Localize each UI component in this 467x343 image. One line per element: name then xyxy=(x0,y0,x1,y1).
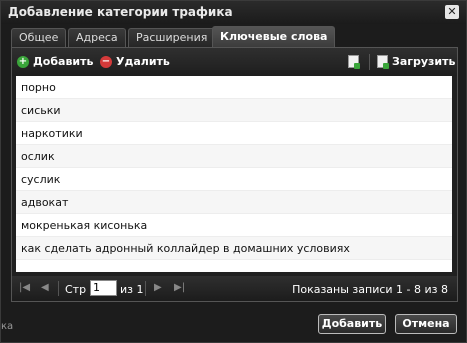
dialog-window: Добавление категории трафика ✕ Общее Адр… xyxy=(0,0,467,343)
new-document-icon xyxy=(348,55,360,69)
tab-extensions[interactable]: Расширения xyxy=(128,28,216,47)
tab-addresses[interactable]: Адреса xyxy=(68,28,126,47)
upload-button-label: Загрузить xyxy=(392,55,456,68)
tab-keywords[interactable]: Ключевые слова xyxy=(212,26,336,47)
list-item[interactable]: адвокат xyxy=(16,191,452,214)
page-input[interactable]: 1 xyxy=(90,280,117,296)
pagination-bar: |◀ ◀ Стр 1 из 1 ▶ ▶| Показаны записи 1 -… xyxy=(12,276,457,301)
plus-icon: + xyxy=(17,55,29,68)
upload-icon xyxy=(377,55,389,69)
new-document-button[interactable] xyxy=(348,55,360,69)
list-item[interactable]: как сделать адронный коллайдер в домашни… xyxy=(16,237,452,260)
add-button-label: Добавить xyxy=(33,55,94,68)
title-bar[interactable]: Добавление категории трафика ✕ xyxy=(1,1,466,24)
next-page-icon[interactable]: ▶ xyxy=(154,282,162,293)
list-item[interactable]: суслик xyxy=(16,168,452,191)
delete-button-label: Удалить xyxy=(116,55,170,68)
pager-divider xyxy=(145,281,146,296)
list-item[interactable]: наркотики xyxy=(16,122,452,145)
delete-button[interactable]: − Удалить xyxy=(100,55,170,68)
cancel-button[interactable]: Отмена xyxy=(395,314,457,334)
page-label: Стр xyxy=(65,283,87,296)
list-item[interactable]: ослик xyxy=(16,145,452,168)
close-icon[interactable]: ✕ xyxy=(445,5,459,19)
records-status: Показаны записи 1 - 8 из 8 xyxy=(292,283,448,296)
dialog-title: Добавление категории трафика xyxy=(8,5,233,19)
stray-text: ка xyxy=(1,321,14,332)
pager-divider xyxy=(58,281,59,296)
upload-button[interactable]: Загрузить xyxy=(377,55,456,69)
list-item[interactable]: мокренькая кисонька xyxy=(16,214,452,237)
minus-icon: − xyxy=(100,55,112,68)
list-item[interactable]: сиськи xyxy=(16,99,452,122)
add-button[interactable]: + Добавить xyxy=(17,55,93,68)
tab-general[interactable]: Общее xyxy=(11,28,67,47)
list-item[interactable]: порно xyxy=(16,76,452,99)
toolbar: + Добавить − Удалить Загрузить xyxy=(12,48,457,76)
prev-page-icon[interactable]: ◀ xyxy=(41,282,49,293)
last-page-icon[interactable]: ▶| xyxy=(174,282,185,293)
page-count-label: из 1 xyxy=(120,283,144,296)
toolbar-divider xyxy=(369,54,370,70)
keywords-panel: + Добавить − Удалить Загрузить порно сис… xyxy=(11,47,458,302)
keywords-list: порно сиськи наркотики ослик суслик адво… xyxy=(16,76,452,272)
add-category-button[interactable]: Добавить xyxy=(318,314,386,334)
first-page-icon[interactable]: |◀ xyxy=(19,282,30,293)
